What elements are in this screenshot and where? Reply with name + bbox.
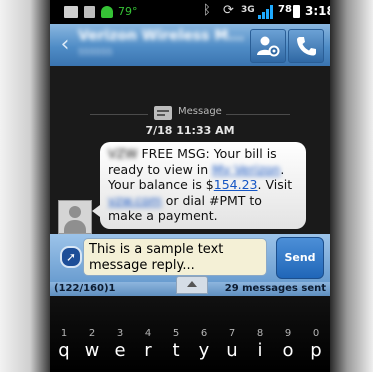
key-letter: t — [172, 340, 180, 361]
sync-icon: ⟳ — [223, 3, 234, 18]
battery-percentage: 78 — [278, 4, 292, 15]
key-number: 0 — [312, 328, 320, 339]
compose-area: ➚ This is a sample text message reply...… — [50, 234, 330, 282]
key-letter: p — [310, 340, 322, 361]
clock: 3:18 — [305, 4, 330, 18]
key-o[interactable]: 9o — [275, 328, 301, 370]
battery-icon — [293, 5, 300, 18]
message-line3-pre: Your balance is $ — [108, 177, 214, 192]
phone-screen: 79° ᛒ ⟳ 3G 78 3:18 ‹ Verizon Wireless M.… — [50, 0, 330, 372]
reply-text-input[interactable]: This is a sample text message reply... — [83, 238, 267, 276]
key-letter: i — [257, 340, 263, 361]
my-verizon-link[interactable]: My Verizon — [212, 162, 280, 177]
message-type-label: Message — [178, 106, 222, 117]
divider-left — [90, 114, 148, 115]
contact-number: 555555 — [78, 48, 113, 58]
message-line2-pre: ready to view in — [108, 161, 213, 177]
incoming-message-bubble[interactable]: VZW FREE MSG: Your bill is ready to view… — [92, 142, 306, 229]
phone-icon — [297, 37, 316, 56]
key-u[interactable]: 7u — [219, 328, 245, 370]
mail-notification-icon — [64, 6, 78, 18]
attach-icon[interactable]: ➚ — [60, 246, 82, 268]
website-link[interactable]: vzw.com — [108, 193, 162, 208]
message-line4-post: or dial #PMT to — [161, 192, 262, 208]
sender-tag: VZW — [108, 146, 138, 161]
messages-sent-counter: 29 messages sent — [224, 283, 326, 294]
conversation-header: ‹ Verizon Wireless M... 555555 — [50, 24, 330, 66]
key-number: 5 — [172, 328, 180, 339]
keyboard-toggle-icon[interactable] — [176, 276, 208, 294]
contact-avatar[interactable] — [58, 200, 92, 234]
key-e[interactable]: 3e — [107, 328, 133, 370]
key-letter: e — [114, 340, 126, 361]
keyboard: 1q 2w 3e 4r 5t 6y 7u 8i 9o 0p — [50, 296, 330, 372]
key-letter: y — [198, 340, 210, 361]
key-letter: w — [84, 340, 100, 361]
key-letter: u — [226, 340, 238, 361]
message-line1: FREE MSG: Your bill is — [141, 146, 277, 161]
android-icon — [101, 6, 113, 18]
key-y[interactable]: 6y — [191, 328, 217, 370]
key-r[interactable]: 4r — [135, 328, 161, 370]
calendar-notification-icon — [84, 6, 95, 18]
background-right — [330, 0, 373, 372]
view-contact-button[interactable] — [250, 29, 286, 63]
key-number: 3 — [116, 328, 124, 339]
network-type: 3G — [241, 5, 255, 15]
character-counter: (122/160)1 — [54, 283, 116, 294]
key-number: 9 — [284, 328, 292, 339]
conversation-area[interactable]: Message 7/18 11:33 AM VZW FREE MSG: Your… — [50, 66, 330, 234]
message-line5: make a payment. — [108, 208, 218, 223]
signal-strength-icon — [258, 5, 274, 19]
background-left — [0, 0, 50, 372]
status-bar: 79° ᛒ ⟳ 3G 78 3:18 — [50, 0, 330, 24]
message-line3-post: . Visit — [257, 177, 293, 192]
temperature-text: 79° — [118, 5, 138, 18]
key-number: 4 — [144, 328, 152, 339]
contact-name: Verizon Wireless M... — [78, 28, 244, 44]
key-letter: o — [282, 340, 294, 361]
divider-right — [226, 114, 290, 115]
message-line2-post: . — [280, 161, 285, 177]
contact-gear-icon — [257, 36, 280, 57]
key-number: 8 — [256, 328, 264, 339]
message-timestamp: 7/18 11:33 AM — [145, 124, 235, 137]
message-icon — [154, 106, 172, 120]
key-letter: r — [144, 340, 152, 361]
contact-name-blurred: Verizon Wireless M... — [78, 28, 245, 44]
send-button[interactable]: Send — [276, 237, 324, 279]
key-number: 6 — [200, 328, 208, 339]
back-chevron-icon[interactable]: ‹ — [55, 33, 75, 57]
key-w[interactable]: 2w — [79, 328, 105, 370]
key-q[interactable]: 1q — [51, 328, 77, 370]
key-letter: q — [58, 340, 70, 361]
key-i[interactable]: 8i — [247, 328, 273, 370]
counter-bar: (122/160)1 29 messages sent — [50, 276, 330, 296]
key-t[interactable]: 5t — [163, 328, 189, 370]
key-number: 7 — [228, 328, 236, 339]
key-number: 2 — [88, 328, 96, 339]
key-number: 1 — [60, 328, 68, 339]
bluetooth-icon: ᛒ — [203, 3, 211, 18]
balance-link[interactable]: 154.23 — [214, 177, 258, 192]
call-button[interactable] — [288, 29, 324, 63]
key-p[interactable]: 0p — [303, 328, 329, 370]
